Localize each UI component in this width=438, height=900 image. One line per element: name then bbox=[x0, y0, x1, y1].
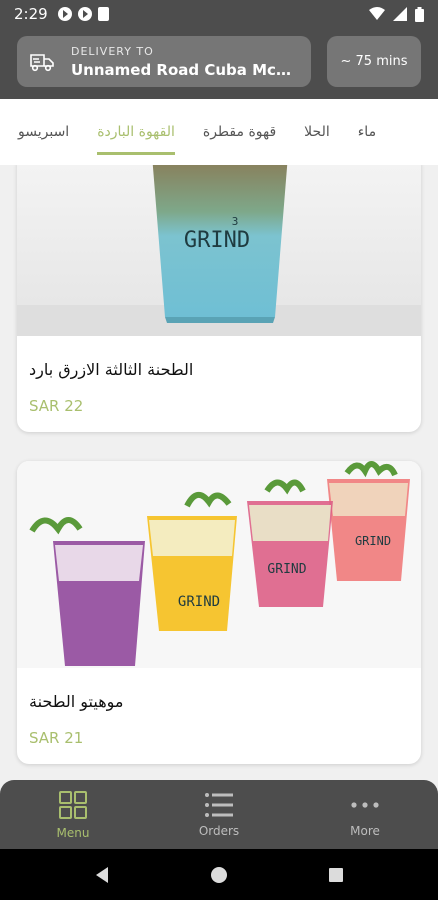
product-price: SAR 21 bbox=[29, 729, 84, 747]
system-navigation-bar bbox=[0, 849, 438, 900]
recents-icon[interactable] bbox=[328, 867, 344, 883]
nav-orders[interactable]: Orders bbox=[146, 780, 292, 849]
tab-cold-coffee[interactable]: القهوة الباردة bbox=[97, 99, 175, 165]
status-time: 2:29 bbox=[14, 5, 48, 23]
battery-icon bbox=[415, 6, 424, 22]
nav-menu[interactable]: Menu bbox=[0, 780, 146, 849]
tab-desserts[interactable]: الحلا bbox=[304, 99, 330, 165]
more-dots-icon bbox=[351, 801, 379, 808]
svg-text:GRIND: GRIND bbox=[184, 228, 250, 253]
delivery-eta[interactable]: ~ 75 mins bbox=[327, 36, 421, 87]
svg-text:3: 3 bbox=[232, 215, 239, 228]
nav-orders-label: Orders bbox=[198, 823, 240, 838]
system-status-icons bbox=[369, 6, 424, 22]
delivery-address: Unnamed Road Cuba McKi... bbox=[71, 60, 291, 79]
notification-icons bbox=[57, 7, 109, 21]
sim-icon bbox=[97, 7, 109, 21]
nav-menu-label: Menu bbox=[56, 825, 90, 840]
product-name: موهيتو الطحنة bbox=[29, 692, 124, 711]
header: DELIVERY TO Unnamed Road Cuba McKi... ~ … bbox=[0, 28, 438, 99]
grid-icon bbox=[59, 790, 87, 819]
delivery-address-selector[interactable]: DELIVERY TO Unnamed Road Cuba McKi... bbox=[17, 36, 311, 87]
play-notification-icon bbox=[77, 7, 92, 21]
nav-more-label: More bbox=[350, 823, 380, 838]
product-list: GRIND 3 الطحنة الثالثة الازرق بارد SAR 2… bbox=[0, 165, 438, 780]
product-card[interactable]: GRIND 3 الطحنة الثالثة الازرق بارد SAR 2… bbox=[17, 165, 421, 432]
product-price: SAR 22 bbox=[29, 397, 84, 415]
product-card[interactable]: GRIND GRIND GRIND موهيتو الطحنة SAR 21 bbox=[17, 461, 421, 764]
tab-espresso[interactable]: اسبريسو bbox=[18, 99, 69, 165]
nav-more[interactable]: More bbox=[292, 780, 438, 849]
tab-drip-coffee[interactable]: قهوة مقطرة bbox=[203, 99, 276, 165]
category-tabs: اسبريسو القهوة الباردة قهوة مقطرة الحلا … bbox=[0, 99, 438, 165]
signal-icon bbox=[393, 7, 407, 21]
notification-icon bbox=[57, 7, 72, 21]
product-image: GRIND 3 bbox=[17, 165, 421, 336]
bottom-navigation: Menu Orders More bbox=[0, 780, 438, 849]
delivery-truck-icon bbox=[30, 53, 54, 71]
status-bar: 2:29 bbox=[0, 0, 438, 28]
list-icon bbox=[205, 792, 233, 817]
svg-text:GRIND: GRIND bbox=[355, 534, 391, 548]
svg-text:GRIND: GRIND bbox=[267, 562, 306, 577]
wifi-icon bbox=[369, 7, 385, 20]
product-image: GRIND GRIND GRIND bbox=[17, 461, 421, 668]
back-icon[interactable] bbox=[94, 866, 110, 884]
tab-water[interactable]: ماء bbox=[358, 99, 376, 165]
home-icon[interactable] bbox=[210, 866, 228, 884]
delivery-label: DELIVERY TO bbox=[71, 44, 154, 58]
svg-text:GRIND: GRIND bbox=[178, 594, 220, 610]
product-name: الطحنة الثالثة الازرق بارد bbox=[29, 360, 194, 379]
